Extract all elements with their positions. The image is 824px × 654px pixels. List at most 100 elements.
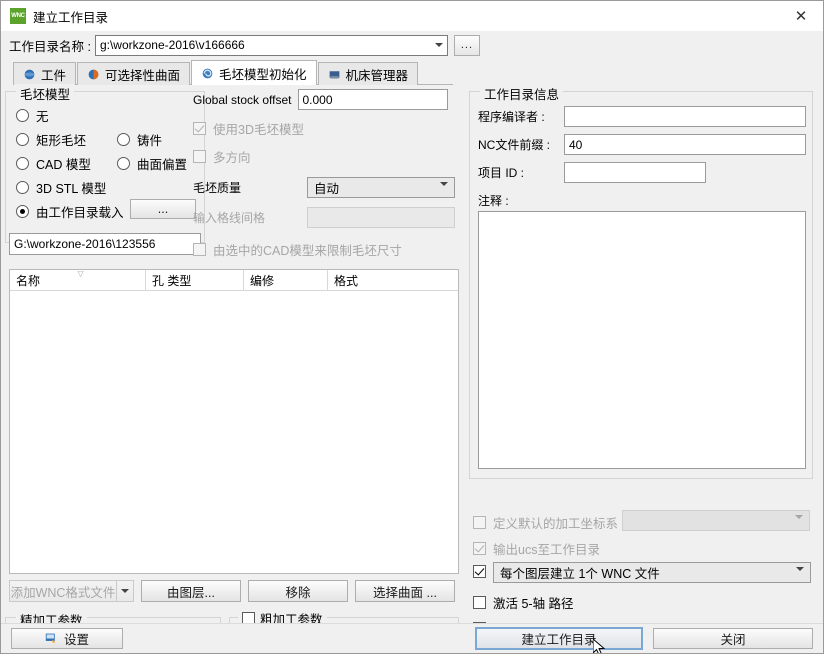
stock-quality-value: 自动	[314, 182, 340, 196]
window-title: 建立工作目录	[33, 10, 109, 25]
stock-quality-row: 毛坯质量 自动	[193, 177, 459, 200]
tab-machine-manager[interactable]: 机床管理器	[317, 62, 419, 85]
radio-3d-stl-model[interactable]: 3D STL 模型	[16, 178, 106, 197]
add-wnc-file-split-button[interactable]: 添加WNC格式文件	[9, 580, 134, 602]
tab-workpiece[interactable]: 工件	[13, 62, 77, 85]
tab-selectable-surface-label: 可选择性曲面	[105, 68, 181, 83]
select-surface-button[interactable]: 选择曲面 ...	[355, 580, 455, 602]
loaded-stock-path-value: G:\workzone-2016\123556	[14, 237, 156, 251]
grid-spacing-row: 输入格线间格	[193, 207, 459, 228]
create-workdir-button[interactable]: 建立工作目录	[475, 627, 643, 650]
settings-label: 设置	[63, 633, 89, 647]
workdir-path-row: 工作目录名称 : g:\workzone-2016\v166666 ...	[1, 31, 823, 60]
workdir-path-combo[interactable]: g:\workzone-2016\v166666	[94, 34, 448, 56]
table-header-row: 名称 ▽ 孔 类型 编修 格式	[10, 269, 458, 291]
loaded-stock-path-field[interactable]: G:\workzone-2016\123556	[9, 233, 201, 255]
table-button-row: 添加WNC格式文件 由图层... 移除 选择曲面 ...	[9, 580, 461, 602]
multi-direction-checkbox: 多方向	[193, 147, 459, 166]
one-wnc-per-layer-select[interactable]: 每个图层建立 1个 WNC 文件	[493, 562, 811, 585]
add-wnc-file-button[interactable]: 添加WNC格式文件	[9, 580, 117, 602]
add-wnc-file-dropdown-icon[interactable]	[117, 580, 134, 602]
workdir-path-value: g:\workzone-2016\v166666	[99, 38, 245, 52]
tab-machine-manager-label: 机床管理器	[345, 68, 409, 83]
workdir-info-group: 工作目录信息 程序编译者 : NC文件前缀 : 40 项目 ID : 注释:	[469, 84, 813, 479]
table-col-name[interactable]: 名称 ▽	[10, 269, 146, 290]
radio-surface-offset[interactable]: 曲面偏置	[117, 154, 187, 173]
table-col-hole-type-label: 孔 类型	[152, 273, 192, 288]
stock-quality-select[interactable]: 自动	[307, 177, 455, 200]
nc-prefix-label: NC文件前缀 :	[478, 138, 551, 152]
workdir-path-label: 工作目录名称 :	[9, 39, 91, 54]
left-pane: 毛坯模型 无 矩形毛坯 铸件 CAD 模型 曲面偏置 3D STL 模型 由工作…	[1, 84, 465, 653]
from-layer-button[interactable]: 由图层...	[141, 580, 241, 602]
chevron-down-icon	[796, 567, 804, 585]
global-stock-offset-field[interactable]: 0.000	[297, 89, 448, 110]
sort-ascending-icon: ▽	[77, 269, 84, 278]
limit-by-cad-label: 由选中的CAD模型来限制毛坯尺寸	[213, 244, 402, 258]
settings-button[interactable]: 设置	[11, 628, 123, 649]
comment-textarea[interactable]	[478, 211, 806, 469]
radio-load-from-workdir-label: 由工作目录载入	[36, 206, 124, 220]
table-body[interactable]	[10, 291, 458, 573]
chevron-down-icon	[440, 182, 448, 200]
close-icon[interactable]: ✕	[779, 1, 823, 31]
stock-browse-button[interactable]: ...	[130, 199, 196, 219]
settings-icon	[45, 633, 56, 643]
remove-button[interactable]: 移除	[248, 580, 348, 602]
stock-model-group-title: 毛坯模型	[16, 84, 75, 103]
workdir-info-group-title: 工作目录信息	[480, 84, 564, 103]
title-bar: WNC 建立工作目录 ✕	[1, 1, 823, 31]
nc-prefix-row: NC文件前缀 : 40	[478, 134, 806, 155]
tab-stock-model-init-label: 毛坯模型初始化	[219, 67, 307, 82]
geometry-table[interactable]: 名称 ▽ 孔 类型 编修 格式	[9, 269, 459, 574]
radio-load-from-workdir-dot	[16, 205, 29, 218]
programmer-field[interactable]	[564, 106, 806, 127]
browse-workdir-button[interactable]: ...	[453, 34, 480, 56]
project-id-row: 项目 ID :	[478, 162, 706, 183]
project-id-field[interactable]	[564, 162, 706, 183]
nc-prefix-field[interactable]: 40	[564, 134, 806, 155]
use-3d-stock-label: 使用3D毛坯模型	[213, 123, 304, 137]
radio-surface-offset-dot	[117, 157, 130, 170]
table-col-name-label: 名称	[16, 273, 41, 288]
output-ucs-box	[473, 542, 486, 555]
enable-5axis-checkbox[interactable]: 激活 5-轴 路径	[473, 593, 574, 612]
table-col-format[interactable]: 格式	[328, 270, 458, 290]
chevron-down-icon[interactable]	[434, 36, 443, 55]
radio-box-stock[interactable]: 矩形毛坯	[16, 130, 86, 149]
radio-cad-model-label: CAD 模型	[36, 158, 91, 172]
define-default-ucs-label: 定义默认的加工坐标系 :	[493, 517, 625, 531]
machine-icon	[329, 70, 339, 79]
right-pane: 工作目录信息 程序编译者 : NC文件前缀 : 40 项目 ID : 注释: …	[465, 84, 817, 653]
radio-3d-stl-model-label: 3D STL 模型	[36, 182, 107, 196]
radio-casting[interactable]: 铸件	[117, 130, 162, 149]
programmer-row: 程序编译者 :	[478, 106, 806, 127]
enable-5axis-box	[473, 596, 486, 609]
tab-stock-model-init[interactable]: 毛坯模型初始化	[191, 60, 317, 85]
close-button[interactable]: 关闭	[653, 628, 813, 649]
one-wnc-per-layer-box[interactable]	[473, 565, 486, 578]
define-default-ucs-box	[473, 516, 486, 529]
radio-none[interactable]: 无	[16, 106, 49, 125]
multi-direction-box	[193, 150, 206, 163]
blue-swirl-icon	[202, 68, 213, 78]
radio-box-stock-label: 矩形毛坯	[36, 134, 87, 148]
output-ucs-label: 输出ucs至工作目录	[493, 543, 600, 557]
radio-load-from-workdir[interactable]: 由工作目录载入	[16, 202, 124, 221]
radio-casting-label: 铸件	[137, 134, 163, 148]
radio-3d-stl-model-dot	[16, 181, 29, 194]
radio-surface-offset-label: 曲面偏置	[137, 158, 188, 172]
tab-workpiece-label: 工件	[41, 68, 67, 83]
table-col-hole-type[interactable]: 孔 类型	[146, 270, 244, 290]
stock-init-panel: Global stock offset 0.000 使用3D毛坯模型 多方向 毛…	[193, 89, 459, 259]
project-id-label: 项目 ID :	[478, 166, 525, 180]
limit-by-cad-box	[193, 243, 206, 256]
table-col-format-label: 格式	[334, 273, 359, 288]
radio-cad-model[interactable]: CAD 模型	[16, 154, 91, 173]
tab-selectable-surface[interactable]: 可选择性曲面	[77, 62, 191, 85]
table-col-edit[interactable]: 编修	[244, 270, 328, 290]
grid-spacing-label: 输入格线间格	[193, 211, 266, 225]
radio-none-dot	[16, 109, 29, 122]
radio-box-stock-dot	[16, 133, 29, 146]
one-wnc-per-layer-checkbox[interactable]	[473, 565, 486, 578]
